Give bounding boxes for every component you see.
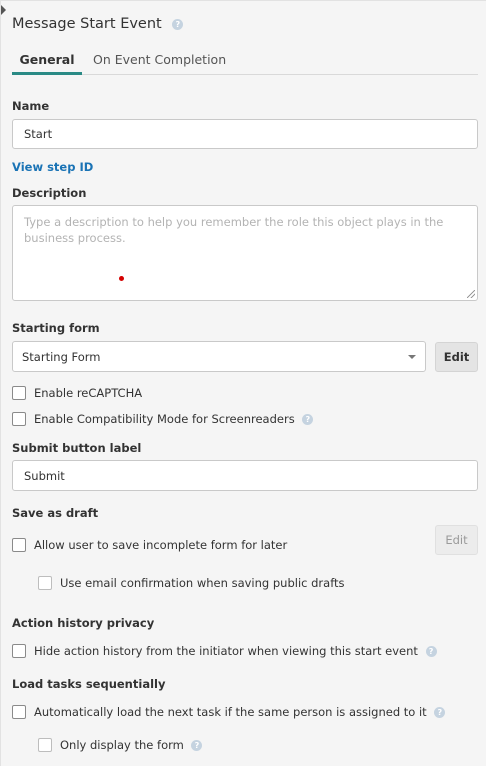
compat-mode-text: Enable Compatibility Mode for Screenread… bbox=[34, 412, 295, 426]
starting-form-selected: Starting Form bbox=[22, 349, 101, 364]
properties-panel: Message Start Event ? General On Event C… bbox=[0, 0, 486, 766]
resize-grip-icon[interactable] bbox=[467, 290, 475, 298]
compat-mode-label: Enable Compatibility Mode for Screenread… bbox=[34, 412, 314, 426]
load-tasks-label: Load tasks sequentially bbox=[12, 677, 166, 691]
collapse-arrow-icon[interactable] bbox=[1, 5, 6, 15]
submit-label-value: Submit bbox=[24, 468, 65, 483]
allow-save-checkbox[interactable] bbox=[12, 538, 26, 552]
cursor-dot bbox=[119, 276, 124, 281]
help-icon[interactable]: ? bbox=[172, 18, 184, 30]
hide-history-checkbox[interactable] bbox=[12, 644, 26, 658]
save-draft-edit-button[interactable]: Edit bbox=[435, 525, 478, 555]
email-confirm-checkbox[interactable] bbox=[38, 576, 52, 590]
starting-form-label: Starting form bbox=[12, 321, 100, 335]
auto-load-text: Automatically load the next task if the … bbox=[34, 705, 427, 719]
starting-form-select[interactable]: Starting Form bbox=[12, 341, 426, 372]
recaptcha-label: Enable reCAPTCHA bbox=[34, 386, 143, 400]
active-tab-indicator bbox=[12, 72, 82, 75]
auto-load-checkbox[interactable] bbox=[12, 705, 26, 719]
only-form-text: Only display the form bbox=[60, 738, 184, 752]
description-placeholder: Type a description to help you remember … bbox=[24, 215, 444, 245]
panel-title: Message Start Event ? bbox=[12, 15, 184, 33]
caret-down-icon bbox=[408, 355, 416, 359]
starting-form-edit-button[interactable]: Edit bbox=[435, 342, 478, 372]
view-step-id-link[interactable]: View step ID bbox=[12, 160, 93, 174]
name-input[interactable]: Start bbox=[12, 119, 478, 149]
description-textarea[interactable]: Type a description to help you remember … bbox=[12, 205, 478, 301]
help-icon[interactable]: ? bbox=[191, 740, 203, 751]
only-form-checkbox[interactable] bbox=[38, 738, 52, 752]
description-label: Description bbox=[12, 186, 87, 200]
auto-load-label: Automatically load the next task if the … bbox=[34, 705, 446, 719]
help-icon[interactable]: ? bbox=[425, 646, 437, 657]
name-input-value: Start bbox=[24, 127, 53, 141]
compat-mode-checkbox[interactable] bbox=[12, 412, 26, 426]
save-as-draft-label: Save as draft bbox=[12, 506, 99, 520]
hide-history-text: Hide action history from the initiator w… bbox=[34, 644, 418, 658]
help-icon[interactable]: ? bbox=[302, 414, 314, 425]
tab-general[interactable]: General bbox=[12, 52, 82, 68]
submit-label-input[interactable]: Submit bbox=[12, 460, 478, 491]
email-confirm-label: Use email confirmation when saving publi… bbox=[60, 576, 345, 590]
allow-save-label: Allow user to save incomplete form for l… bbox=[34, 538, 288, 552]
recaptcha-checkbox[interactable] bbox=[12, 386, 26, 400]
hide-history-label: Hide action history from the initiator w… bbox=[34, 644, 437, 658]
action-history-label: Action history privacy bbox=[12, 616, 155, 630]
tab-on-event-completion[interactable]: On Event Completion bbox=[82, 52, 237, 68]
only-form-label: Only display the form ? bbox=[60, 738, 203, 752]
name-label: Name bbox=[12, 99, 50, 113]
submit-label-label: Submit button label bbox=[12, 441, 142, 455]
panel-title-text: Message Start Event bbox=[12, 16, 162, 32]
help-icon[interactable]: ? bbox=[434, 707, 446, 718]
